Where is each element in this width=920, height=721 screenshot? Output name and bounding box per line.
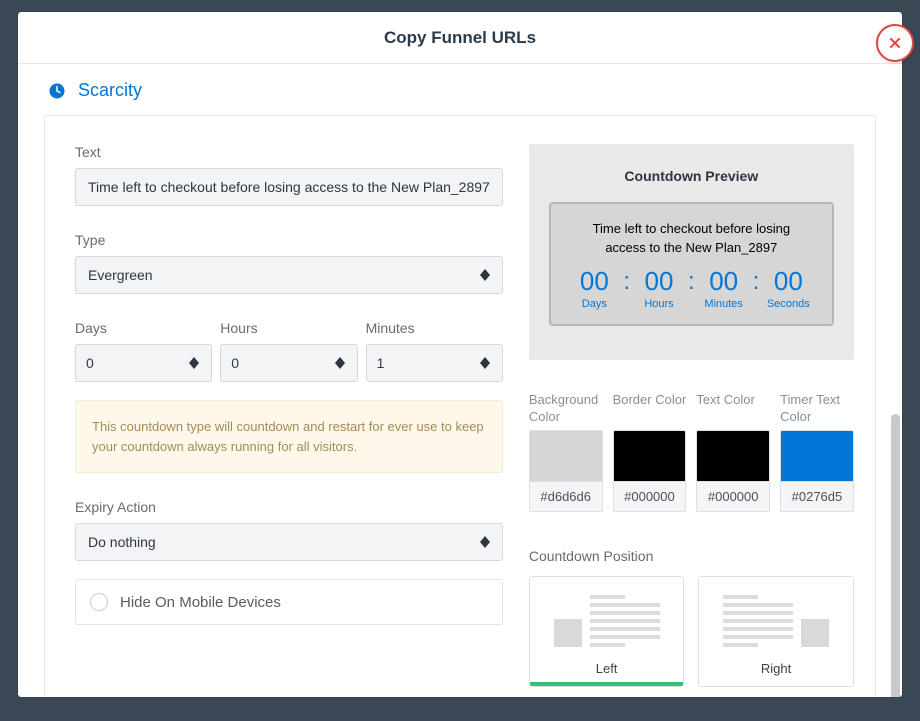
timer-hours-label: Hours (636, 298, 682, 310)
timer-color-label: Timer Text Color (780, 392, 854, 424)
text-color-label: Text Color (696, 392, 770, 424)
text-input[interactable]: Time left to checkout before losing acce… (75, 168, 503, 206)
text-color-item[interactable]: Text Color #000000 (696, 392, 770, 512)
modal-body: Scarcity Text Time left to checkout befo… (18, 64, 902, 697)
text-value: Time left to checkout before losing acce… (88, 179, 490, 195)
expiry-select[interactable]: Do nothing (75, 523, 503, 561)
modal-title: Copy Funnel URLs (18, 12, 902, 64)
bg-hex: #d6d6d6 (530, 481, 602, 511)
days-value: 0 (86, 355, 94, 371)
position-label: Countdown Position (529, 548, 854, 564)
text-swatch (697, 431, 769, 481)
right-column: Countdown Preview Time left to checkout … (529, 144, 854, 687)
hours-select[interactable]: 0 (220, 344, 357, 382)
timer-colon: : (623, 268, 630, 294)
border-hex: #000000 (614, 481, 686, 511)
close-icon (887, 35, 903, 51)
countdown-card: Time left to checkout before losing acce… (549, 202, 834, 326)
info-box: This countdown type will countdown and r… (75, 400, 503, 473)
timer-swatch (781, 431, 853, 481)
timer-minutes-num: 00 (701, 268, 747, 294)
hide-mobile-label: Hide On Mobile Devices (120, 594, 281, 611)
bg-swatch (530, 431, 602, 481)
timer-hours: 00 Hours (636, 268, 682, 310)
close-button[interactable] (876, 24, 914, 62)
type-label: Type (75, 232, 503, 248)
bg-color-label: Background Color (529, 392, 603, 424)
type-value: Evergreen (88, 267, 153, 283)
expiry-label: Expiry Action (75, 499, 503, 515)
stepper-icon (480, 269, 490, 281)
border-swatch (614, 431, 686, 481)
modal: Copy Funnel URLs Scarcity Text Time left… (18, 12, 902, 697)
timer-colon: : (688, 268, 695, 294)
preview-heading: Countdown Preview (549, 168, 834, 184)
position-left-label: Left (596, 661, 618, 676)
text-label: Text (75, 144, 503, 160)
hours-label: Hours (220, 320, 357, 336)
clock-icon (48, 82, 66, 100)
color-row: Background Color #d6d6d6 Border Color #0… (529, 392, 854, 512)
hide-mobile-row[interactable]: Hide On Mobile Devices (75, 579, 503, 625)
hours-value: 0 (231, 355, 239, 371)
position-right-mock (723, 589, 829, 647)
position-row: Left Right (529, 576, 854, 687)
countdown-preview: Countdown Preview Time left to checkout … (529, 144, 854, 360)
timer-colon: : (753, 268, 760, 294)
modal-title-text: Copy Funnel URLs (384, 28, 536, 48)
border-color-label: Border Color (613, 392, 687, 424)
section-header: Scarcity (44, 76, 876, 115)
section-title: Scarcity (78, 80, 142, 101)
left-column: Text Time left to checkout before losing… (75, 144, 503, 687)
type-select[interactable]: Evergreen (75, 256, 503, 294)
minutes-label: Minutes (366, 320, 503, 336)
timer-hours-num: 00 (636, 268, 682, 294)
timer-days-num: 00 (571, 268, 617, 294)
position-right-label: Right (761, 661, 791, 676)
timer-minutes-label: Minutes (701, 298, 747, 310)
expiry-value: Do nothing (88, 534, 156, 550)
settings-panel: Text Time left to checkout before losing… (44, 115, 876, 697)
timer-hex: #0276d5 (781, 481, 853, 511)
radio-icon (90, 593, 108, 611)
timer-seconds: 00 Seconds (765, 268, 811, 310)
minutes-select[interactable]: 1 (366, 344, 503, 382)
bg-color-item[interactable]: Background Color #d6d6d6 (529, 392, 603, 512)
position-right-card[interactable]: Right (698, 576, 854, 687)
stepper-icon (480, 536, 490, 548)
timer-days: 00 Days (571, 268, 617, 310)
days-label: Days (75, 320, 212, 336)
stepper-icon (335, 357, 345, 369)
position-left-mock (554, 589, 660, 647)
countdown-text: Time left to checkout before losing acce… (581, 220, 802, 258)
timer-color-item[interactable]: Timer Text Color #0276d5 (780, 392, 854, 512)
timer-seconds-num: 00 (765, 268, 811, 294)
duration-row: Days 0 Hours (75, 320, 503, 382)
border-color-item[interactable]: Border Color #000000 (613, 392, 687, 512)
text-hex: #000000 (697, 481, 769, 511)
days-select[interactable]: 0 (75, 344, 212, 382)
timer-row: 00 Days : 00 Hours : 00 (581, 268, 802, 310)
stepper-icon (189, 357, 199, 369)
timer-seconds-label: Seconds (765, 298, 811, 310)
scrollbar-thumb[interactable] (891, 414, 900, 697)
timer-days-label: Days (571, 298, 617, 310)
timer-minutes: 00 Minutes (701, 268, 747, 310)
stepper-icon (480, 357, 490, 369)
position-left-card[interactable]: Left (529, 576, 685, 687)
minutes-value: 1 (377, 355, 385, 371)
